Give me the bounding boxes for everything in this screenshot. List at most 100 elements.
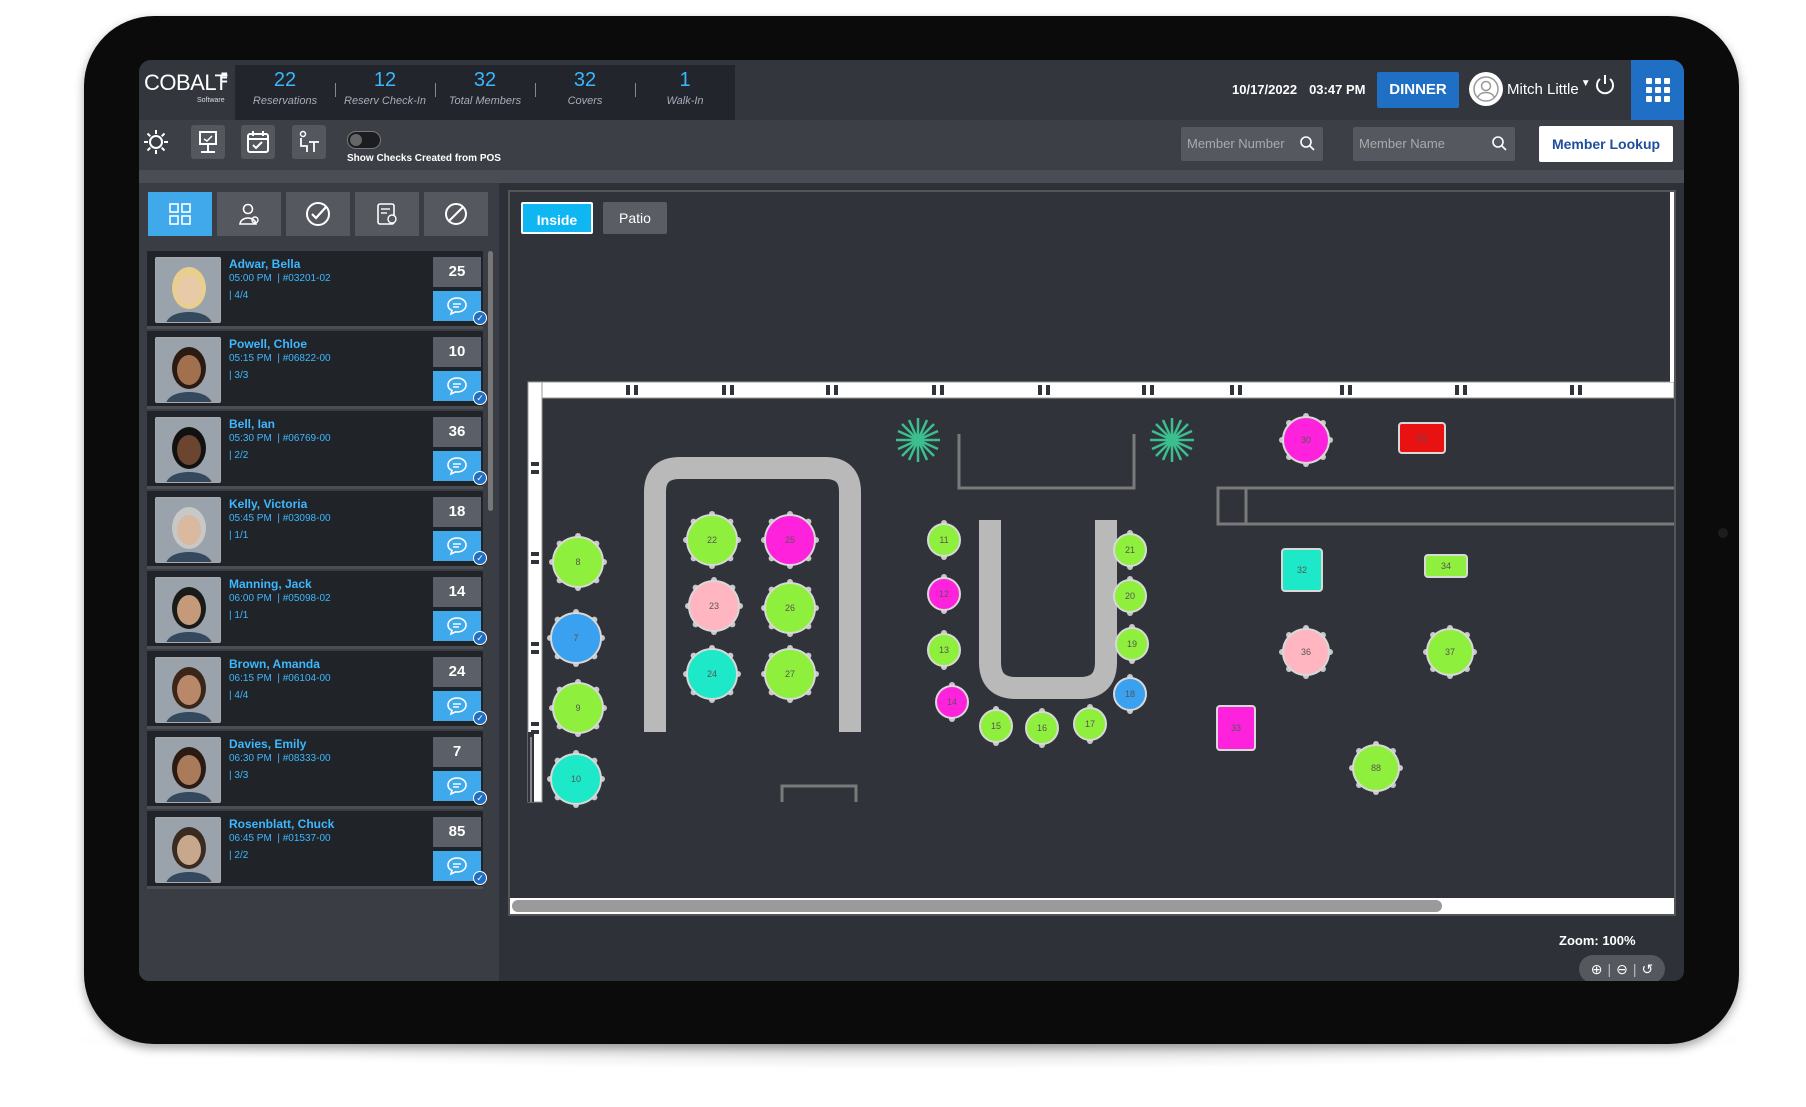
- table-26[interactable]: 26: [761, 579, 819, 637]
- table-number: 18: [1125, 689, 1135, 699]
- table-22[interactable]: 22: [683, 511, 741, 569]
- tab-cancelled[interactable]: [424, 192, 488, 236]
- tab-checked-in[interactable]: [286, 192, 350, 236]
- stat-walkin[interactable]: 1 Walk-In: [635, 65, 735, 120]
- pos-checks-toggle[interactable]: [347, 131, 381, 149]
- floor-horizontal-scrollbar[interactable]: [510, 898, 1674, 914]
- table-16[interactable]: 16: [1025, 708, 1059, 748]
- table-31[interactable]: 31: [1398, 422, 1446, 454]
- tab-members[interactable]: [217, 192, 281, 236]
- table-8[interactable]: 8: [549, 533, 607, 591]
- table-number-badge[interactable]: 7: [433, 737, 481, 767]
- table-number: 32: [1297, 565, 1307, 575]
- table-number-badge[interactable]: 36: [433, 417, 481, 447]
- guest-photo: [155, 337, 221, 403]
- party-size: | 3/3: [229, 770, 249, 781]
- table-7[interactable]: 7: [547, 609, 605, 667]
- table-14[interactable]: 14: [935, 682, 969, 722]
- stat-checkin[interactable]: 12 Reserv Check-In: [335, 65, 435, 120]
- table-number-badge[interactable]: 10: [433, 337, 481, 367]
- table-number-badge[interactable]: 85: [433, 817, 481, 847]
- table-13[interactable]: 13: [927, 630, 961, 670]
- table-36[interactable]: 36: [1279, 625, 1333, 679]
- member-lookup-button[interactable]: Member Lookup: [1539, 126, 1673, 162]
- reservation-card[interactable]: Brown, Amanda 06:15 PM | #06104-00 | 4/4 24…: [147, 651, 487, 729]
- scroll-thumb[interactable]: [512, 900, 1442, 912]
- chair-person-icon: [299, 130, 319, 152]
- tab-checks[interactable]: [355, 192, 419, 236]
- zoom-in-icon[interactable]: ⊕: [1591, 961, 1603, 978]
- checked-in-icon: ✓: [473, 551, 487, 565]
- table-number-badge[interactable]: 18: [433, 497, 481, 527]
- panel-scrollbar[interactable]: [488, 251, 493, 511]
- plant-icon: [1150, 418, 1194, 462]
- table-25[interactable]: 25: [761, 511, 819, 569]
- floor-vertical-scrollbar[interactable]: [1670, 192, 1674, 382]
- table-23[interactable]: 23: [685, 577, 743, 635]
- table-21[interactable]: 21: [1113, 530, 1147, 570]
- panel-tabs: [148, 192, 488, 236]
- table-number-badge[interactable]: 24: [433, 657, 481, 687]
- table-number: 7: [573, 633, 578, 643]
- app-grid-button[interactable]: [1631, 60, 1684, 120]
- party-size: | 2/2: [229, 850, 249, 861]
- tab-all-grid[interactable]: [148, 192, 212, 236]
- table-37[interactable]: 37: [1423, 625, 1477, 679]
- reservation-card[interactable]: Adwar, Bella 05:00 PM | #03201-02 | 4/4 25 ✓: [147, 251, 487, 329]
- table-number: 88: [1371, 763, 1381, 773]
- zoom-level: Zoom: 100%: [1559, 933, 1636, 948]
- calendar-check-icon: [247, 131, 269, 153]
- stat-covers[interactable]: 32 Covers: [535, 65, 635, 120]
- power-icon[interactable]: [1594, 74, 1616, 102]
- member-name-search[interactable]: Member Name: [1353, 127, 1515, 161]
- party-size: | 1/1: [229, 610, 249, 621]
- zoom-reset-icon[interactable]: ↺: [1642, 961, 1654, 978]
- table-12[interactable]: 12: [927, 574, 961, 614]
- table-24[interactable]: 24: [683, 645, 741, 703]
- reservation-card[interactable]: Rosenblatt, Chuck 06:45 PM | #01537-00 | 2…: [147, 811, 487, 889]
- reservation-time: 06:30 PM | #08333-00: [229, 753, 331, 764]
- table-17[interactable]: 17: [1073, 704, 1107, 744]
- table-number-badge[interactable]: 25: [433, 257, 481, 287]
- reservation-card[interactable]: Davies, Emily 06:30 PM | #08333-00 | 3/3 7 ✓: [147, 731, 487, 809]
- stat-label: Reserv Check-In: [344, 95, 426, 107]
- guest-photo: [155, 577, 221, 643]
- table-number: 37: [1445, 647, 1455, 657]
- table-18[interactable]: 18: [1113, 674, 1147, 714]
- table-number-badge[interactable]: 14: [433, 577, 481, 607]
- table-9[interactable]: 9: [549, 679, 607, 737]
- reservation-card[interactable]: Powell, Chloe 05:15 PM | #06822-00 | 3/3 10…: [147, 331, 487, 409]
- member-number-search[interactable]: Member Number: [1181, 127, 1323, 161]
- stat-reservations[interactable]: 22 Reservations: [235, 65, 335, 120]
- table-27[interactable]: 27: [761, 645, 819, 703]
- table-34[interactable]: 34: [1424, 554, 1468, 578]
- stat-total-members[interactable]: 32 Total Members: [435, 65, 535, 120]
- bar-counter: [644, 457, 861, 732]
- table-11[interactable]: 11: [927, 520, 961, 560]
- party-size: | 1/1: [229, 530, 249, 541]
- meal-period-button[interactable]: DINNER: [1377, 72, 1459, 108]
- table-30[interactable]: 30: [1279, 413, 1333, 467]
- party-size: | 2/2: [229, 450, 249, 461]
- guest-name: Bell, Ian: [229, 417, 276, 431]
- reservation-card[interactable]: Manning, Jack 06:00 PM | #05098-02 | 1/1 14…: [147, 571, 487, 649]
- table-19[interactable]: 19: [1115, 624, 1149, 664]
- table-10[interactable]: 10: [547, 750, 605, 808]
- reservation-card[interactable]: Kelly, Victoria 05:45 PM | #03098-00 | 1/1…: [147, 491, 487, 569]
- presentation-button[interactable]: [191, 125, 225, 159]
- member-number: #03098-00: [282, 513, 331, 524]
- calendar-button[interactable]: [241, 125, 275, 159]
- brightness-button[interactable]: [139, 125, 173, 159]
- seating-button[interactable]: [292, 125, 326, 159]
- guest-name: Adwar, Bella: [229, 257, 301, 271]
- table-33[interactable]: 33: [1216, 705, 1256, 751]
- table-15[interactable]: 15: [979, 706, 1013, 746]
- prohibited-icon: [445, 203, 467, 225]
- table-88[interactable]: 88: [1349, 741, 1403, 795]
- zoom-out-icon[interactable]: ⊖: [1616, 961, 1628, 978]
- reservation-card[interactable]: Bell, Ian 05:30 PM | #06769-00 | 2/2 36 ✓: [147, 411, 487, 489]
- table-20[interactable]: 20: [1113, 576, 1147, 616]
- table-32[interactable]: 32: [1281, 548, 1323, 592]
- user-menu[interactable]: Mitch Little ▼: [1469, 72, 1591, 106]
- checked-in-icon: ✓: [473, 711, 487, 725]
